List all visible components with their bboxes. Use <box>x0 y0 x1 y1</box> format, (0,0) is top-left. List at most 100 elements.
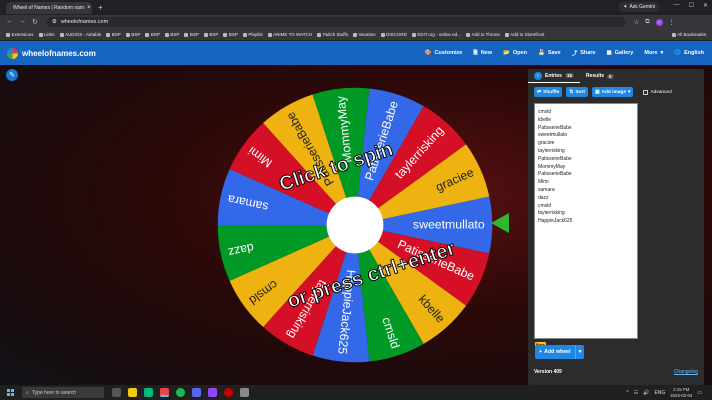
chrome-icon[interactable] <box>160 388 169 397</box>
wheel[interactable]: sweetmullato PatisserieBabe kbelle cmsld Hap… <box>213 83 497 367</box>
share-button[interactable]: ⤴ Share <box>572 49 596 57</box>
bookmark-label: BSP <box>150 32 160 37</box>
close-window-icon[interactable]: ✕ <box>703 2 708 9</box>
sort-button[interactable]: ⇅ Sort <box>566 87 588 97</box>
language-indicator[interactable]: ENG <box>654 390 665 396</box>
forward-icon[interactable]: → <box>19 18 26 26</box>
entry-line: PatisserieBabe <box>538 124 572 131</box>
add-image-button[interactable]: ▣ Add image ▾ <box>591 87 634 97</box>
entries-toolbar: ⇄ Shuffle ⇅ Sort ▣ Add image ▾ Advanced <box>534 87 672 97</box>
add-wheel-dropdown-icon[interactable]: ▾ <box>574 345 585 359</box>
shuffle-button[interactable]: ⇄ Shuffle <box>534 87 563 97</box>
bookmark-item[interactable]: Add to Storefront <box>504 32 544 37</box>
back-icon[interactable]: ← <box>6 18 13 26</box>
minimize-icon[interactable]: — <box>674 2 680 9</box>
bookmark-item[interactable]: EDIT.org - online ed... <box>411 32 461 37</box>
bookmark-item[interactable]: Vacation <box>352 32 376 37</box>
more-button[interactable]: More ▾ <box>644 50 663 56</box>
open-button[interactable]: 📂 Open <box>503 50 527 56</box>
maximize-icon[interactable]: ☐ <box>689 2 694 9</box>
site-brand[interactable]: wheelofnames.com <box>22 49 96 58</box>
windows-start-icon[interactable] <box>7 389 14 396</box>
wheel-center[interactable] <box>326 196 384 254</box>
site-menu: 🎨 Customize 🗎 New 📂 Open 💾 Save ⤴ Share ▦ Gall… <box>425 41 704 65</box>
site-logo-icon[interactable] <box>7 47 18 59</box>
add-wheel-button[interactable]: + Add wheel ▾ <box>535 345 585 359</box>
new-button[interactable]: 🗎 New <box>473 49 492 58</box>
bookmark-label: BSP <box>170 32 180 37</box>
bookmark-item[interactable]: BSP <box>203 32 218 37</box>
xbox-icon[interactable] <box>144 388 153 397</box>
add-wheel-main[interactable]: + Add wheel <box>535 349 575 355</box>
globe-icon: 🌐 <box>674 50 682 56</box>
new-file-icon: 🗎 <box>473 49 478 56</box>
tab-results[interactable]: Results 0 <box>580 69 620 83</box>
bookmark-item[interactable]: DISCORD <box>380 32 407 37</box>
app-icon[interactable] <box>240 388 249 397</box>
bookmark-item[interactable]: Links <box>38 32 55 37</box>
save-button[interactable]: 💾 Save <box>538 50 561 56</box>
obs-icon[interactable] <box>224 388 233 397</box>
bookmark-item[interactable]: All Bookmarks <box>671 32 706 37</box>
discord-icon[interactable] <box>192 388 201 397</box>
network-icon[interactable]: ☷ <box>634 390 638 396</box>
language-button[interactable]: 🌐 English <box>674 50 704 56</box>
new-tab-icon[interactable]: + <box>98 3 103 12</box>
bookmark-label: BSP <box>111 32 121 37</box>
taskbar-search-input[interactable]: ⌕ Type here to search <box>22 387 104 398</box>
bookmark-item[interactable]: BSP <box>125 32 140 37</box>
gallery-button[interactable]: ▦ Gallery <box>607 50 634 56</box>
bookmark-label: BSP <box>228 32 238 37</box>
plus-icon: + <box>539 349 543 355</box>
bookmark-star-icon[interactable]: ☆ <box>634 19 639 26</box>
bookmark-item[interactable]: Add to Throne <box>465 32 500 37</box>
extensions-icon[interactable]: ⧉ <box>645 19 649 26</box>
spotify-icon[interactable] <box>176 388 185 397</box>
clock-time: 2:15 PM <box>673 387 690 392</box>
bookmark-item[interactable]: Playlist <box>242 32 263 37</box>
advanced-checkbox[interactable]: Advanced <box>643 89 672 95</box>
bookmark-item[interactable]: ANIME TO WATCH <box>267 32 312 37</box>
clock[interactable]: 2:15 PM 2025-03-04 <box>670 387 692 398</box>
bookmark-item[interactable]: BSP <box>223 32 238 37</box>
edit-pen-icon[interactable]: ✎ <box>6 69 18 81</box>
reload-icon[interactable]: ↻ <box>32 18 38 26</box>
more-menu-icon[interactable]: ⋮ <box>669 19 675 26</box>
version-text: Version 409 <box>534 369 562 375</box>
bookmark-item[interactable]: Twitch Stuffs <box>317 32 348 37</box>
url-input[interactable]: ⚙ wheelofnames.com <box>45 17 626 27</box>
bookmark-label: Playlist <box>248 32 263 37</box>
entry-line: HappieJack625 <box>538 218 573 225</box>
browser-tab[interactable]: Wheel of Names | Random nam × <box>6 1 92 14</box>
wheel-svg[interactable]: sweetmullatoPatisserieBabekbellecmsldHap… <box>213 83 497 367</box>
bookmark-label: BSP <box>189 32 199 37</box>
profile-avatar[interactable]: P <box>655 18 663 26</box>
task-view-icon[interactable] <box>112 388 121 397</box>
bookmark-item[interactable]: BSP <box>145 32 160 37</box>
chevron-down-icon: ▾ <box>660 50 664 56</box>
customize-label: Customize <box>434 50 463 56</box>
customize-button[interactable]: 🎨 Customize <box>425 50 463 56</box>
site-info-icon[interactable]: ⚙ <box>52 19 57 25</box>
bookmark-item[interactable]: Extensions <box>6 32 34 37</box>
entry-line: PatisserieBabe <box>538 155 572 162</box>
tab-entries[interactable]: › Entries 15 <box>528 69 580 83</box>
bookmark-item[interactable]: BSP <box>106 32 121 37</box>
notifications-icon[interactable]: ▭ <box>697 390 702 396</box>
bookmark-item[interactable]: BSP <box>184 32 199 37</box>
entries-textarea[interactable]: cmsld kbelle PatisserieBabe sweetmullato gra… <box>534 103 638 339</box>
collapse-chevron-icon[interactable]: › <box>534 71 542 80</box>
bookmark-item[interactable]: BSP <box>164 32 180 37</box>
changelog-link[interactable]: Changelog <box>674 369 698 375</box>
shuffle-label: Shuffle <box>543 89 560 95</box>
file-explorer-icon[interactable] <box>128 388 137 397</box>
bookmark-label: Links <box>44 32 55 37</box>
share-label: Share <box>580 50 596 56</box>
volume-icon[interactable]: 🔊 <box>643 390 649 396</box>
ask-gemini-button[interactable]: ✦ Ask Gemini <box>618 2 660 12</box>
twitch-icon[interactable] <box>208 388 217 397</box>
tray-chevron-icon[interactable]: ^ <box>626 390 628 396</box>
bookmark-icon <box>411 32 416 37</box>
close-tab-icon[interactable]: × <box>87 5 91 11</box>
bookmark-item[interactable]: AUDIOS - Airtable <box>59 32 101 37</box>
